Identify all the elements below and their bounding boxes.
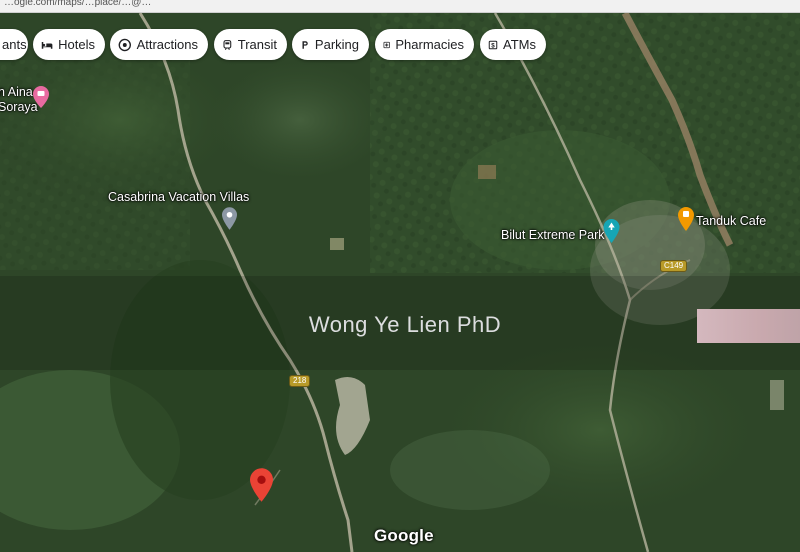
browser-url-bar[interactable]: …ogle.com/maps/…place/…@… [0, 0, 800, 13]
park-pin-icon[interactable] [603, 219, 620, 243]
chip-label: ATMs [503, 37, 536, 52]
transit-chip[interactable]: Transit [214, 29, 287, 60]
camera-icon [118, 38, 131, 51]
chip-label: Pharmacies [395, 37, 464, 52]
cafe-pin-icon[interactable] [678, 207, 694, 231]
road-shield-218: 218 [289, 375, 311, 387]
dropped-location-pin-icon[interactable] [250, 468, 273, 502]
atms-chip[interactable]: $ ATMs [480, 29, 546, 60]
bed-icon [41, 41, 53, 49]
parking-chip[interactable]: Parking [292, 29, 369, 60]
parking-icon [302, 40, 308, 49]
place-label-bilut-extreme-park[interactable]: Bilut Extreme Park [501, 228, 605, 242]
chip-label: Attractions [136, 37, 198, 52]
chip-label: ants [2, 37, 27, 52]
chip-label: Hotels [58, 37, 95, 52]
url-text: …ogle.com/maps/…place/…@… [4, 0, 152, 8]
place-label-aina-soraya-line2[interactable]: Soraya [0, 100, 38, 114]
hotels-chip[interactable]: Hotels [33, 29, 105, 60]
atm-icon: $ [488, 40, 498, 49]
svg-text:$: $ [491, 42, 495, 49]
pharmacies-chip[interactable]: Pharmacies [375, 29, 474, 60]
road-shield-c149: C149 [660, 260, 688, 272]
place-label-aina-soraya-line1[interactable]: n Aina [0, 85, 33, 99]
train-icon [223, 39, 232, 50]
hotel-pin-icon[interactable] [33, 86, 49, 108]
chip-label: Transit [237, 37, 277, 52]
redacted-blur-block [697, 309, 800, 343]
watermark-text: Wong Ye Lien PhD [308, 312, 502, 337]
place-label-casabrina[interactable]: Casabrina Vacation Villas [108, 190, 249, 204]
place-label-tanduk-cafe[interactable]: Tanduk Cafe [696, 214, 766, 228]
pharmacy-icon [383, 41, 390, 48]
google-logo: Google [374, 526, 434, 545]
attractions-chip[interactable]: Attractions [110, 29, 208, 60]
location-pin-icon[interactable] [222, 207, 237, 230]
chip-label: Parking [314, 37, 359, 52]
